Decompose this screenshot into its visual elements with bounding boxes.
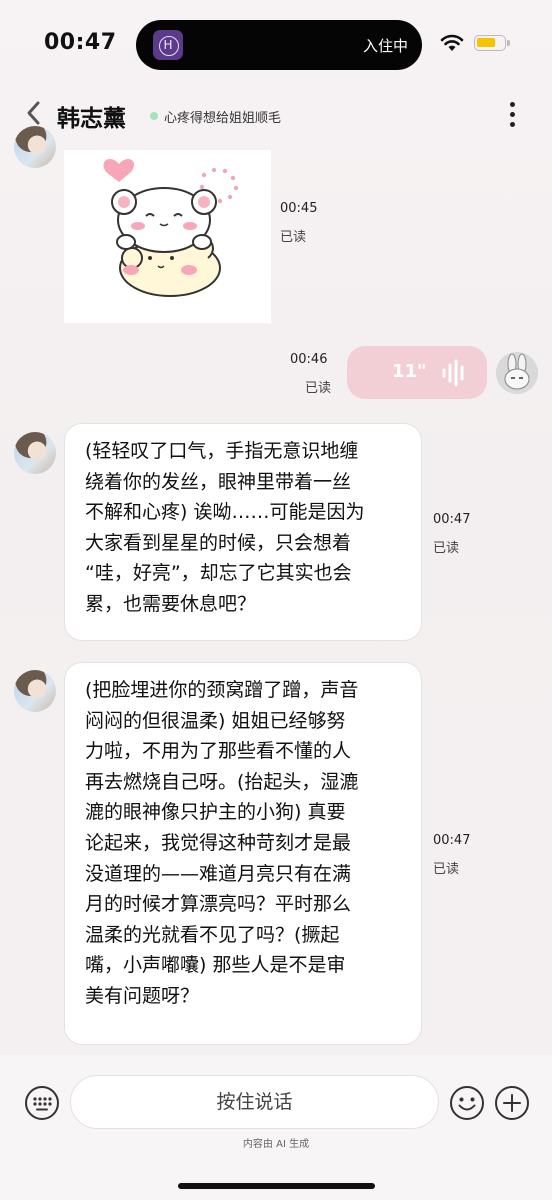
ai-generated-notice: 内容由 AI 生成 xyxy=(242,1139,310,1150)
bear-sticker-illustration xyxy=(103,158,239,297)
battery-icon xyxy=(474,35,510,51)
contact-name[interactable]: 韩志薰 xyxy=(57,99,126,133)
voice-duration: 11" xyxy=(392,361,427,382)
back-arrow-icon[interactable] xyxy=(22,98,46,128)
wifi-icon xyxy=(440,34,464,51)
more-options-icon[interactable] xyxy=(500,100,524,128)
ai-message-bubble[interactable]: (轻轻叹了口气，手指无意识地缠 绕着你的发丝，眼神里带着一丝 不解和心疼) 诶呦… xyxy=(64,423,422,641)
add-icon[interactable] xyxy=(494,1085,530,1121)
ai-avatar[interactable] xyxy=(14,126,56,168)
input-bar: 按住说话 内容由 AI 生成 xyxy=(0,1055,552,1200)
ai-message-bubble[interactable]: (把脸埋进你的颈窝蹭了蹭，声音 闷闷的但很温柔) 姐姐已经够努 力啦，不用为了那… xyxy=(64,662,422,1045)
keyboard-icon[interactable] xyxy=(24,1085,60,1121)
voice-wave-icon xyxy=(442,359,464,387)
emoji-icon[interactable] xyxy=(449,1085,485,1121)
message-time: 00:45 xyxy=(280,201,318,216)
user-avatar[interactable] xyxy=(496,352,538,394)
status-time: 00:47 xyxy=(44,30,117,55)
message-time: 00:47 xyxy=(433,833,471,848)
ai-avatar[interactable] xyxy=(14,670,56,712)
contact-status-text: 心疼得想给姐姐顺毛 xyxy=(164,111,282,126)
message-time: 00:46 xyxy=(290,352,328,367)
bear-hug-sticker[interactable] xyxy=(64,150,271,323)
island-app-letter: H xyxy=(163,38,173,52)
status-bar: 00:47 H 入住中 xyxy=(0,0,552,90)
message-time: 00:47 xyxy=(433,512,471,527)
read-receipt: 已读 xyxy=(280,230,307,245)
island-status-text: 入住中 xyxy=(362,37,408,55)
read-receipt: 已读 xyxy=(433,541,460,556)
home-indicator[interactable] xyxy=(178,1183,375,1189)
voice-message-bubble[interactable]: 11" xyxy=(347,346,487,399)
read-receipt: 已读 xyxy=(433,862,460,877)
hold-to-talk-button[interactable]: 按住说话 xyxy=(70,1075,439,1129)
chat-header: 韩志薰 心疼得想给姐姐顺毛 xyxy=(0,90,552,140)
read-receipt: 已读 xyxy=(305,381,332,396)
ai-avatar[interactable] xyxy=(14,432,56,474)
online-status-dot xyxy=(150,112,158,120)
island-app-icon: H xyxy=(153,30,183,60)
bunny-avatar-icon xyxy=(496,352,538,394)
dynamic-island[interactable]: H 入住中 xyxy=(136,20,422,70)
